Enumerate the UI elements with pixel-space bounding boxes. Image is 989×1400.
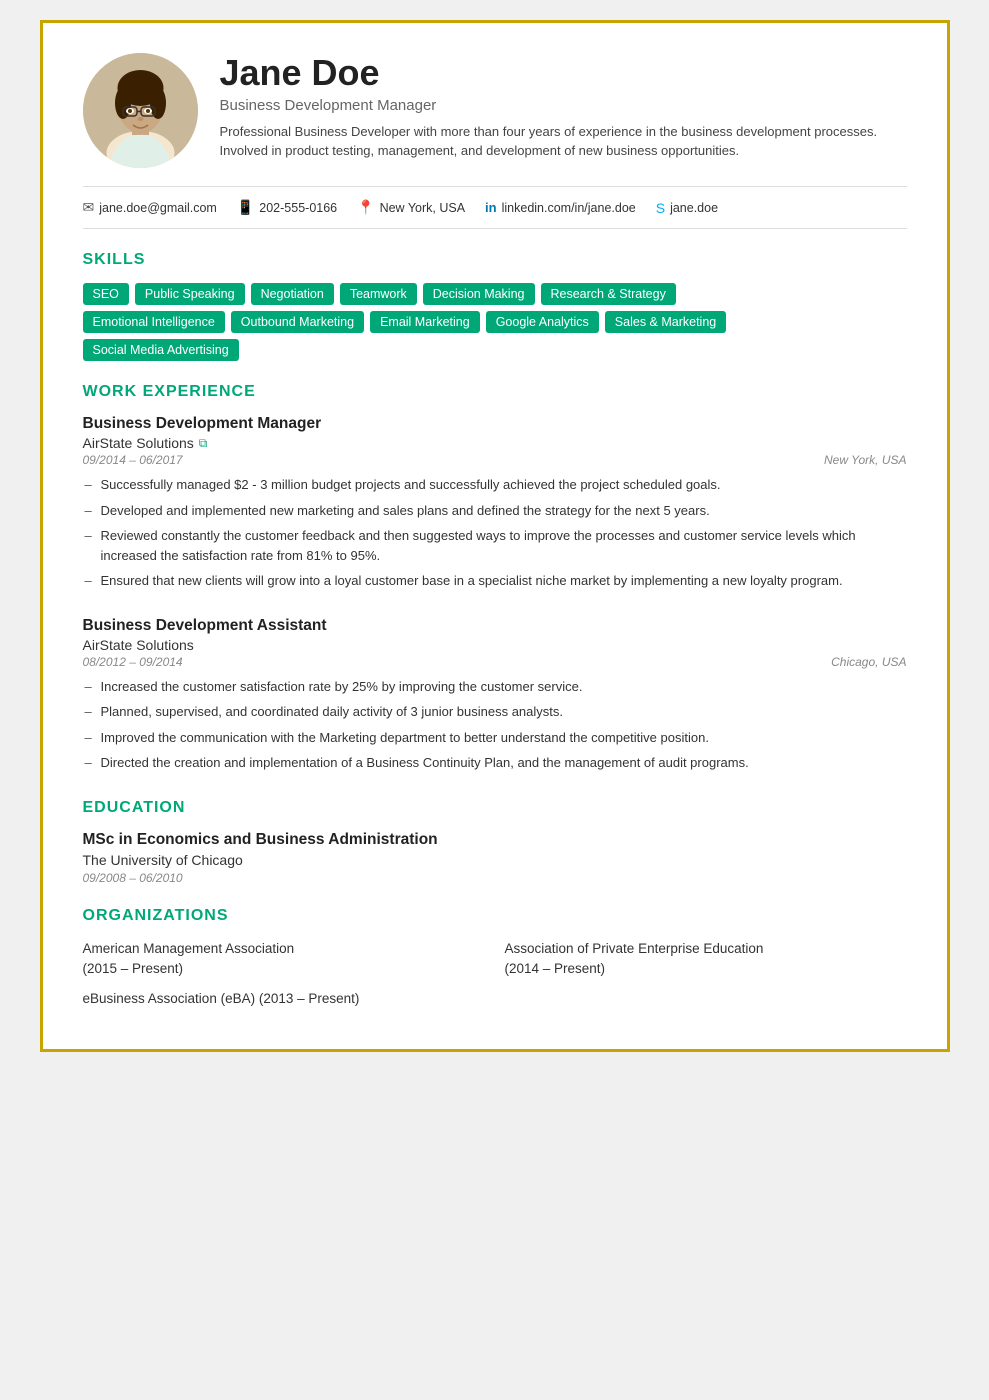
skill-emotional-intelligence: Emotional Intelligence — [83, 311, 225, 333]
contact-email: ✉ jane.doe@gmail.com — [83, 199, 217, 216]
contact-phone: 📱 202-555-0166 — [237, 199, 337, 216]
skill-public-speaking: Public Speaking — [135, 283, 245, 305]
email-text: jane.doe@gmail.com — [99, 201, 217, 215]
location-text: New York, USA — [380, 201, 465, 215]
skills-row-2: Emotional Intelligence Outbound Marketin… — [83, 311, 907, 333]
email-icon: ✉ — [83, 199, 95, 216]
job-2: Business Development Assistant AirState … — [83, 617, 907, 773]
skype-icon: S — [656, 200, 665, 216]
job-1: Business Development Manager AirState So… — [83, 415, 907, 591]
org-2: Association of Private Enterprise Educat… — [505, 939, 907, 980]
org-2-dates: (2014 – Present) — [505, 961, 606, 976]
edu-dates: 09/2008 – 06/2010 — [83, 871, 907, 885]
skill-social-media-advertising: Social Media Advertising — [83, 339, 239, 361]
job-2-dates-row: 08/2012 – 09/2014 Chicago, USA — [83, 655, 907, 669]
work-experience-title: WORK EXPERIENCE — [83, 383, 907, 401]
linkedin-icon: in — [485, 200, 497, 215]
org-1: American Management Association (2015 – … — [83, 939, 485, 980]
candidate-bio: Professional Business Developer with mor… — [220, 122, 907, 161]
header-info: Jane Doe Business Development Manager Pr… — [220, 53, 907, 161]
job-1-dates-row: 09/2014 – 06/2017 New York, USA — [83, 453, 907, 467]
job-2-bullet-4: Directed the creation and implementation… — [83, 753, 907, 773]
orgs-grid: American Management Association (2015 – … — [83, 939, 907, 1010]
org-3-name: eBusiness Association (eBA) (2013 – Pres… — [83, 991, 360, 1006]
org-2-name: Association of Private Enterprise Educat… — [505, 941, 764, 956]
external-link-icon: ⧉ — [199, 436, 208, 451]
org-1-name: American Management Association — [83, 941, 295, 956]
skill-google-analytics: Google Analytics — [486, 311, 599, 333]
phone-text: 202-555-0166 — [259, 201, 337, 215]
job-2-location: Chicago, USA — [831, 655, 906, 669]
job-1-dates: 09/2014 – 06/2017 — [83, 453, 183, 467]
organizations-section: ORGANIZATIONS American Management Associ… — [83, 907, 907, 1010]
skills-section: SKILLS SEO Public Speaking Negotiation T… — [83, 251, 907, 361]
org-1-dates: (2015 – Present) — [83, 961, 184, 976]
job-1-location: New York, USA — [824, 453, 906, 467]
location-icon: 📍 — [357, 199, 374, 216]
skill-email-marketing: Email Marketing — [370, 311, 480, 333]
contact-bar: ✉ jane.doe@gmail.com 📱 202-555-0166 📍 Ne… — [83, 186, 907, 229]
job-1-bullets: Successfully managed $2 - 3 million budg… — [83, 475, 907, 591]
skill-negotiation: Negotiation — [251, 283, 334, 305]
edu-school: The University of Chicago — [83, 852, 907, 868]
skills-section-title: SKILLS — [83, 251, 907, 269]
job-2-company: AirState Solutions — [83, 637, 907, 653]
contact-location: 📍 New York, USA — [357, 199, 465, 216]
avatar — [83, 53, 198, 168]
skill-research-strategy: Research & Strategy — [541, 283, 676, 305]
job-1-bullet-2: Developed and implemented new marketing … — [83, 501, 907, 521]
skills-row-1: SEO Public Speaking Negotiation Teamwork… — [83, 283, 907, 305]
skill-seo: SEO — [83, 283, 129, 305]
skill-teamwork: Teamwork — [340, 283, 417, 305]
job-2-bullets: Increased the customer satisfaction rate… — [83, 677, 907, 773]
resume-header: Jane Doe Business Development Manager Pr… — [83, 53, 907, 168]
organizations-title: ORGANIZATIONS — [83, 907, 907, 925]
work-experience-section: WORK EXPERIENCE Business Development Man… — [83, 383, 907, 773]
phone-icon: 📱 — [237, 199, 254, 216]
job-2-bullet-3: Improved the communication with the Mark… — [83, 728, 907, 748]
job-1-company-name: AirState Solutions — [83, 435, 194, 451]
job-1-title: Business Development Manager — [83, 415, 907, 433]
skype-text: jane.doe — [670, 201, 718, 215]
skills-row-3: Social Media Advertising — [83, 339, 907, 361]
skill-decision-making: Decision Making — [423, 283, 535, 305]
job-2-dates: 08/2012 – 09/2014 — [83, 655, 183, 669]
org-3: eBusiness Association (eBA) (2013 – Pres… — [83, 989, 907, 1009]
job-1-bullet-4: Ensured that new clients will grow into … — [83, 571, 907, 591]
job-2-bullet-1: Increased the customer satisfaction rate… — [83, 677, 907, 697]
resume-document: Jane Doe Business Development Manager Pr… — [40, 20, 950, 1052]
linkedin-text: linkedin.com/in/jane.doe — [502, 201, 636, 215]
candidate-name: Jane Doe — [220, 53, 907, 93]
contact-linkedin: in linkedin.com/in/jane.doe — [485, 200, 636, 215]
candidate-title: Business Development Manager — [220, 97, 907, 114]
job-2-title: Business Development Assistant — [83, 617, 907, 635]
contact-skype: S jane.doe — [656, 200, 718, 216]
job-1-bullet-3: Reviewed constantly the customer feedbac… — [83, 526, 907, 565]
job-1-bullet-1: Successfully managed $2 - 3 million budg… — [83, 475, 907, 495]
skill-outbound-marketing: Outbound Marketing — [231, 311, 364, 333]
job-2-company-name: AirState Solutions — [83, 637, 194, 653]
education-section: EDUCATION MSc in Economics and Business … — [83, 799, 907, 885]
job-1-company: AirState Solutions ⧉ — [83, 435, 907, 451]
job-2-bullet-2: Planned, supervised, and coordinated dai… — [83, 702, 907, 722]
edu-degree: MSc in Economics and Business Administra… — [83, 831, 907, 849]
skill-sales-marketing: Sales & Marketing — [605, 311, 726, 333]
education-title: EDUCATION — [83, 799, 907, 817]
